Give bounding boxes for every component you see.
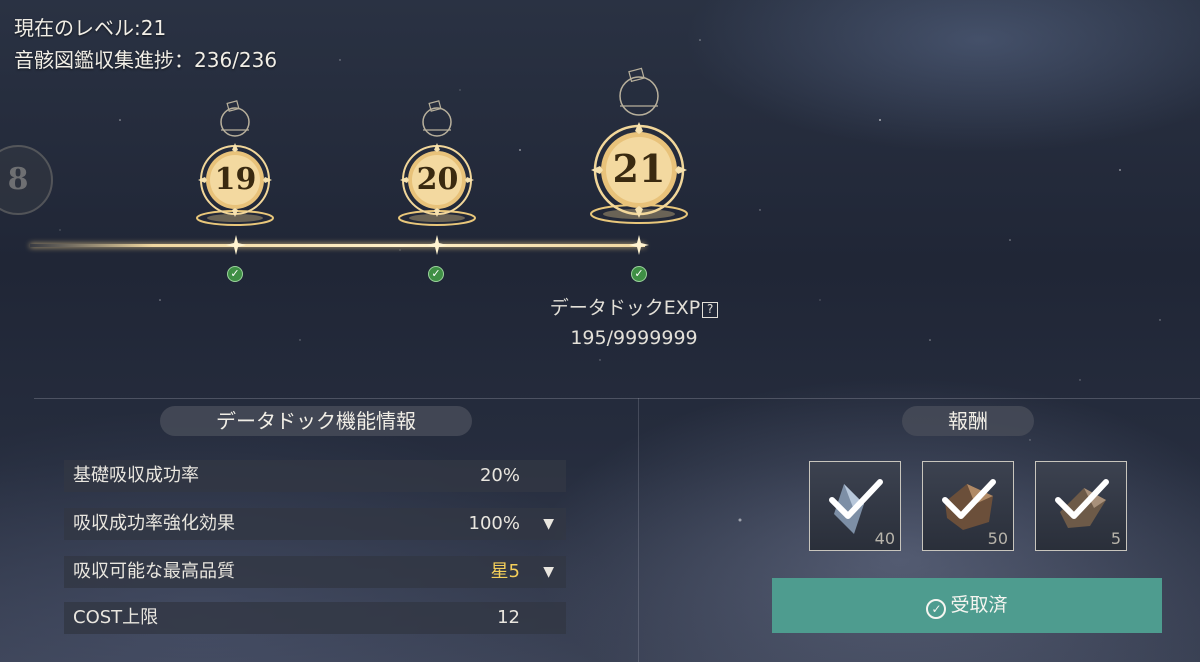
check-circle-icon: ✓ xyxy=(926,599,947,619)
info-row-value: 100% xyxy=(468,513,520,534)
level-node-20[interactable]: 20 xyxy=(390,100,485,230)
chevron-down-icon[interactable]: ▼ xyxy=(543,556,554,588)
header: 現在のレベル:21 音骸図鑑収集進捗：236/236 xyxy=(14,12,277,76)
reward-quantity: 50 xyxy=(987,529,1008,548)
info-row-label: 吸収成功率強化効果 xyxy=(73,513,235,534)
info-row-value: 20% xyxy=(479,465,520,486)
exp-block: データドックEXP? 195/9999999 xyxy=(500,293,768,353)
info-row: COST上限 12 xyxy=(64,602,566,634)
track-spark-icon xyxy=(629,235,649,255)
info-panel-title: データドック機能情報 xyxy=(160,406,472,436)
reward-slot[interactable]: 40 xyxy=(809,461,901,551)
chevron-down-icon[interactable]: ▼ xyxy=(543,508,554,540)
track-spark-icon xyxy=(427,235,447,255)
level-node-prev: 8 xyxy=(0,140,58,220)
level-node-21[interactable]: 21 xyxy=(580,66,698,228)
info-row-label: COST上限 xyxy=(73,607,159,628)
level-node-19[interactable]: 19 xyxy=(188,100,283,230)
claimed-check-icon xyxy=(829,479,883,519)
level-progress-track xyxy=(30,244,645,247)
reward-slot[interactable]: 50 xyxy=(922,461,1014,551)
exp-value: 195/9999999 xyxy=(570,327,698,349)
check-icon: ✓ xyxy=(631,266,647,282)
claimed-check-icon xyxy=(1055,479,1109,519)
section-divider xyxy=(34,398,1200,399)
track-spark-icon xyxy=(226,235,246,255)
check-icon: ✓ xyxy=(227,266,243,282)
info-row-expandable[interactable]: 吸収成功率強化効果 100% ▼ xyxy=(64,508,566,540)
claimed-check-icon xyxy=(942,479,996,519)
info-row-expandable[interactable]: 吸収可能な最高品質 星5 ▼ xyxy=(64,556,566,588)
level-number: 20 xyxy=(416,162,459,197)
claim-button-label: 受取済 xyxy=(950,594,1008,616)
check-icon: ✓ xyxy=(428,266,444,282)
collection-progress-label: 音骸図鑑収集進捗：236/236 xyxy=(14,48,278,72)
reward-slot[interactable]: 5 xyxy=(1035,461,1127,551)
reward-quantity: 40 xyxy=(874,529,895,548)
exp-label: データドックEXP xyxy=(549,297,701,319)
info-row-value: 星5 xyxy=(490,561,520,582)
reward-quantity: 5 xyxy=(1110,529,1121,548)
claim-button[interactable]: ✓ 受取済 xyxy=(772,578,1162,633)
current-level-label: 現在のレベル:21 xyxy=(14,16,167,40)
level-number: 21 xyxy=(612,146,666,191)
column-divider xyxy=(638,398,639,662)
help-icon[interactable]: ? xyxy=(702,302,719,318)
info-row-label: 吸収可能な最高品質 xyxy=(73,561,235,582)
level-number: 19 xyxy=(214,162,257,197)
info-row-value: 12 xyxy=(497,607,520,628)
level-number: 8 xyxy=(7,162,29,197)
info-row-label: 基礎吸収成功率 xyxy=(73,465,199,486)
rewards-title: 報酬 xyxy=(902,406,1034,436)
info-row: 基礎吸収成功率 20% xyxy=(64,460,566,492)
